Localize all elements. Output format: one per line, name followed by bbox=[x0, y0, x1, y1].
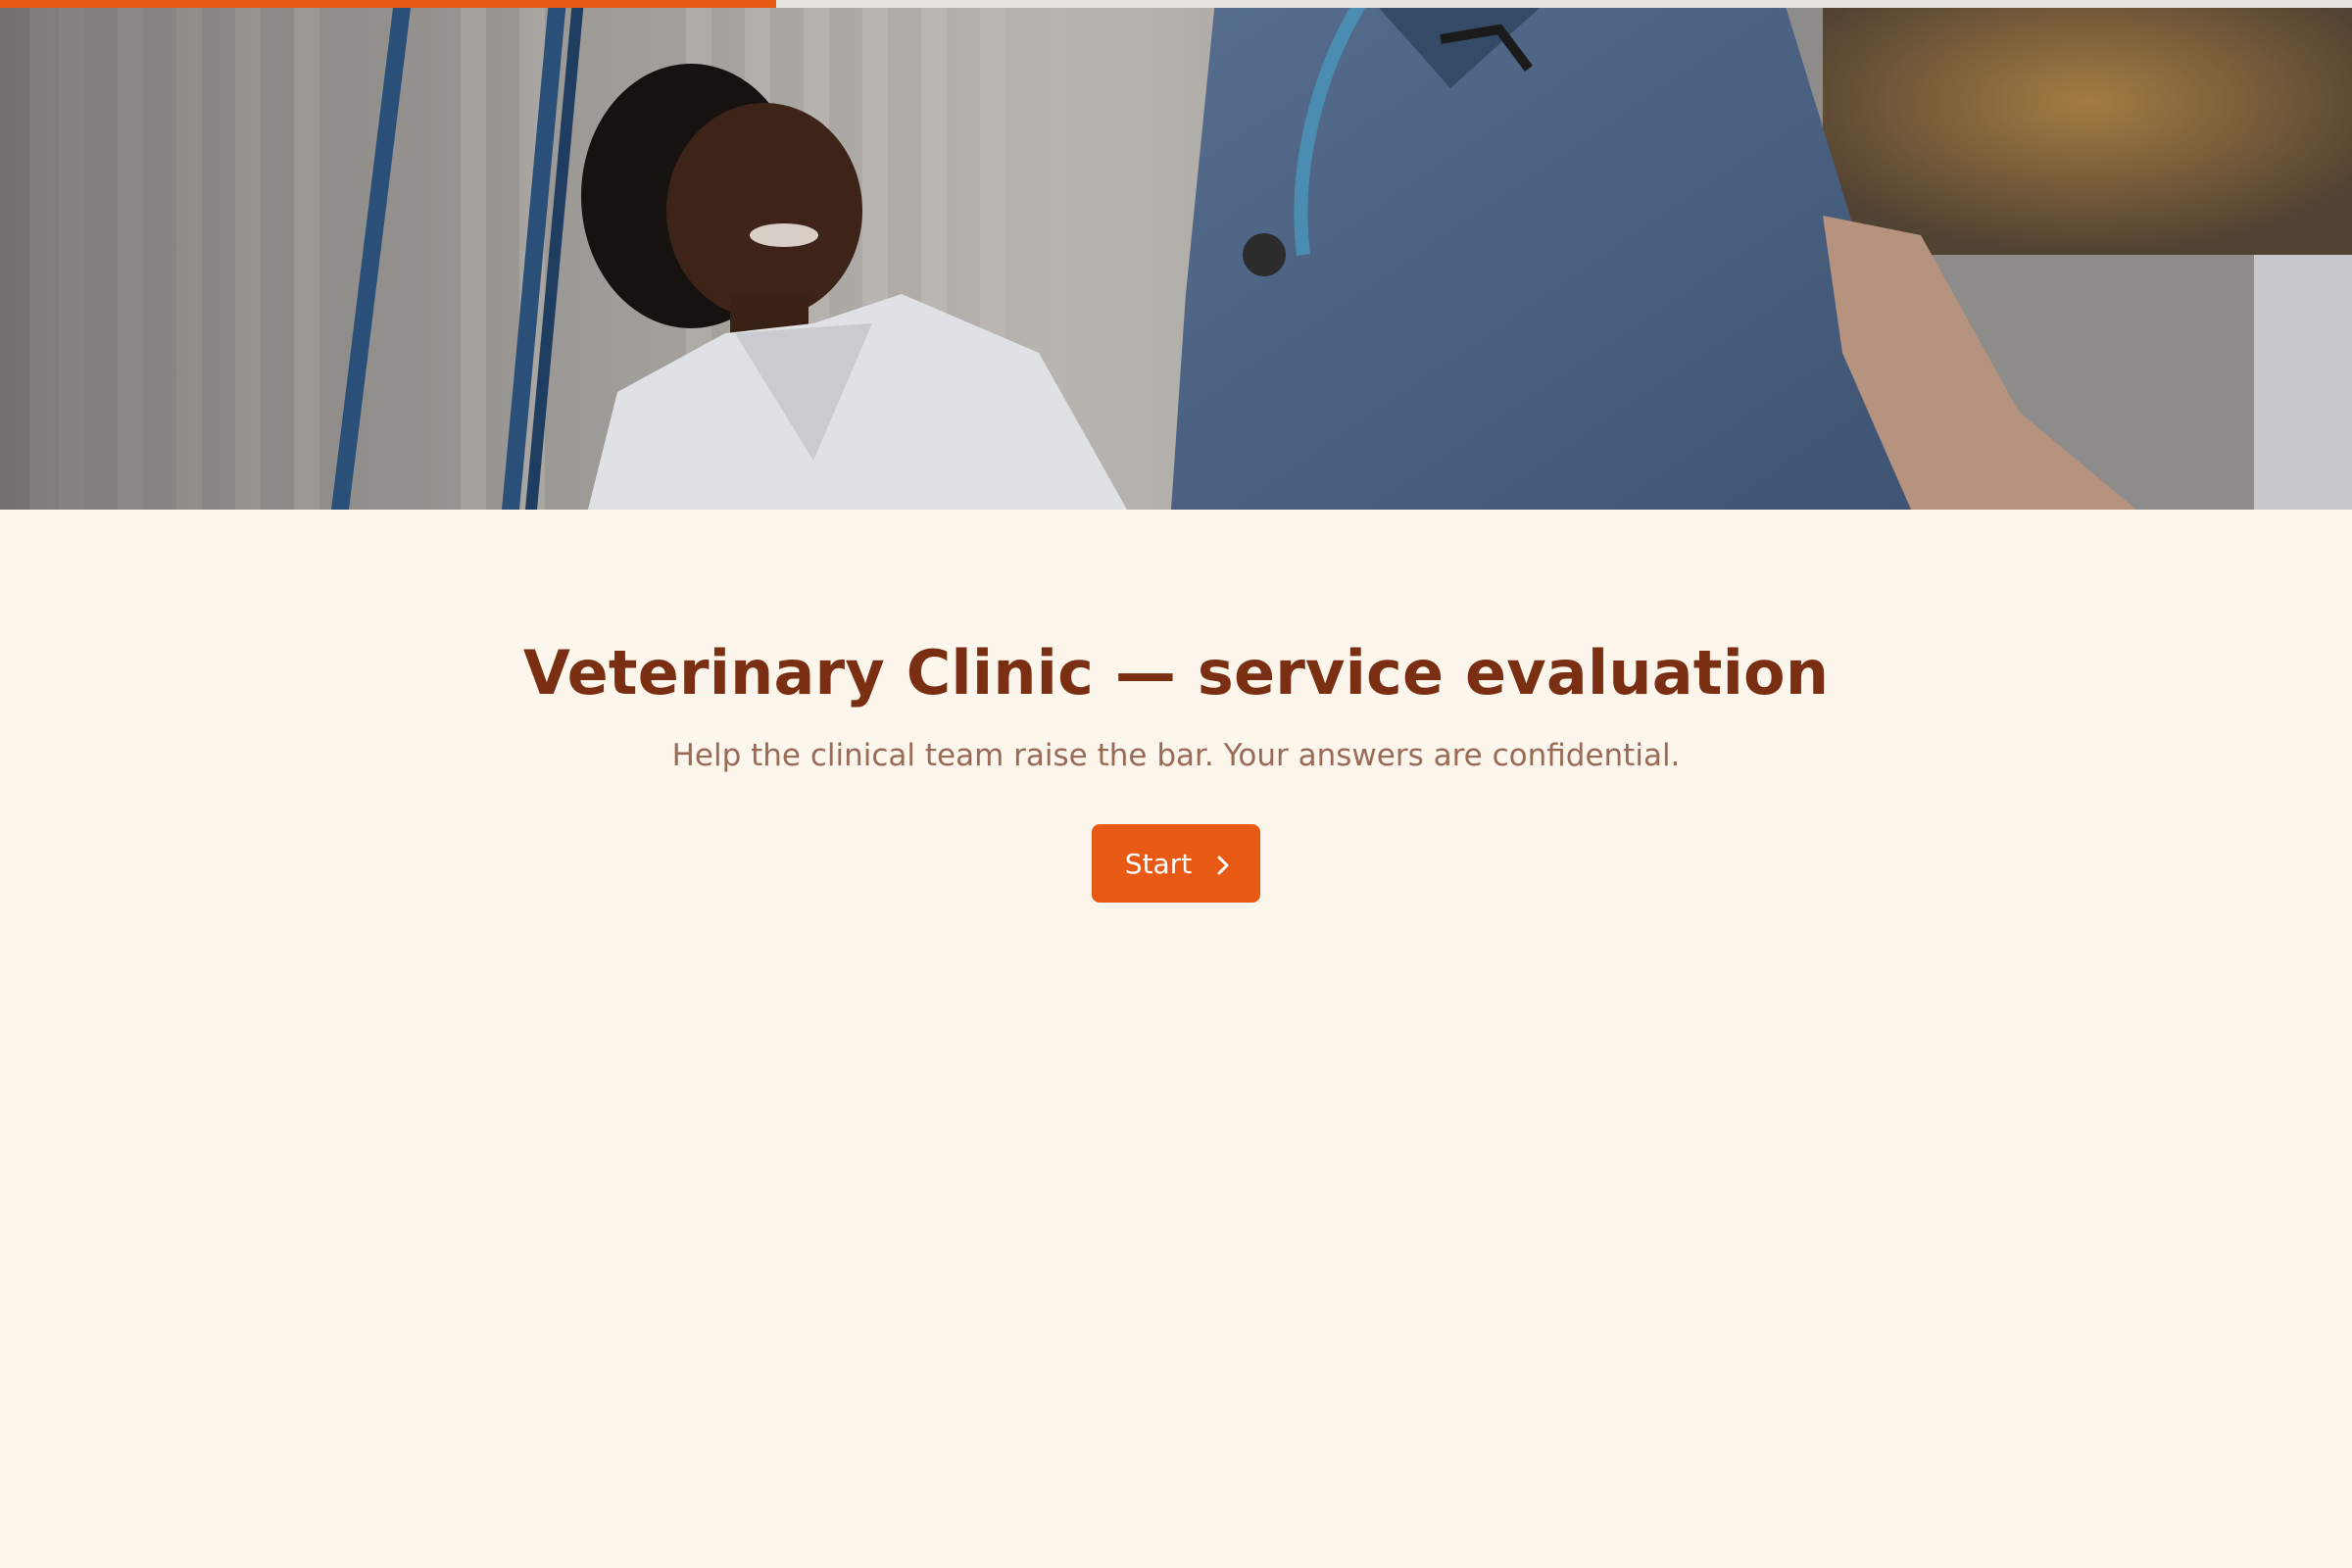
progress-bar-fill bbox=[0, 0, 776, 8]
page-subtitle: Help the clinical team raise the bar. Yo… bbox=[671, 738, 1681, 773]
start-button-label: Start bbox=[1124, 847, 1193, 880]
progress-bar bbox=[0, 0, 2352, 8]
start-button[interactable]: Start bbox=[1092, 824, 1260, 903]
hero-photo bbox=[0, 0, 2352, 510]
hero-image bbox=[0, 0, 2352, 510]
welcome-content: Veterinary Clinic — service evaluation H… bbox=[0, 510, 2352, 903]
chevron-right-icon bbox=[1213, 852, 1233, 875]
page-title: Veterinary Clinic — service evaluation bbox=[522, 637, 1830, 709]
survey-welcome-page: Veterinary Clinic — service evaluation H… bbox=[0, 0, 2352, 1568]
